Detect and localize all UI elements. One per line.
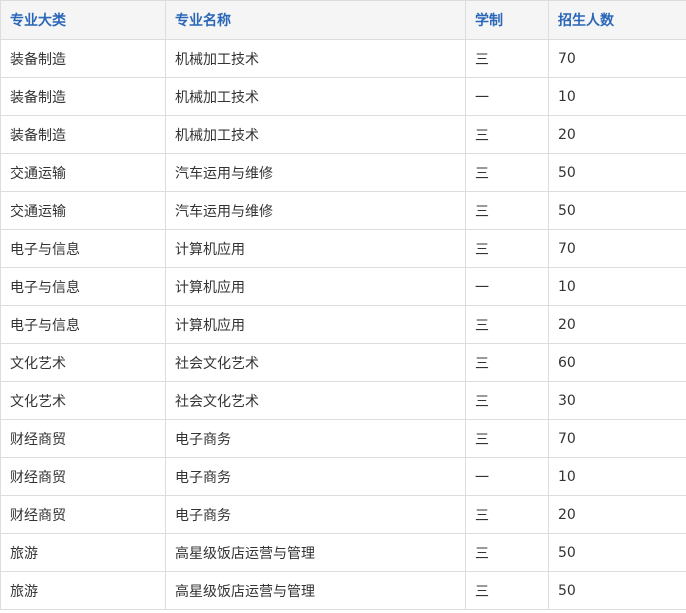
- cell-enrollment-count: 20: [548, 495, 686, 534]
- cell-duration: 一: [465, 267, 549, 306]
- cell-duration: 三: [465, 571, 549, 610]
- cell-major-name: 电子商务: [165, 419, 466, 458]
- header-major-name: 专业名称: [165, 0, 466, 40]
- cell-major-category: 电子与信息: [0, 229, 166, 268]
- cell-duration: 三: [465, 115, 549, 154]
- cell-major-category: 财经商贸: [0, 457, 166, 496]
- header-enrollment-count: 招生人数: [548, 0, 686, 40]
- cell-major-name: 计算机应用: [165, 229, 466, 268]
- cell-duration: 三: [465, 533, 549, 572]
- cell-major-category: 财经商贸: [0, 495, 166, 534]
- cell-major-category: 交通运输: [0, 191, 166, 230]
- table-row: 交通运输 汽车运用与维修三 50: [0, 191, 686, 230]
- cell-duration: 三: [465, 191, 549, 230]
- cell-enrollment-count: 20: [548, 305, 686, 344]
- cell-enrollment-count: 50: [548, 571, 686, 610]
- header-row: 专业大类 专业名称 学制 招生人数: [0, 0, 686, 40]
- cell-major-name: 机械加工技术: [165, 39, 466, 78]
- table-row: 财经商贸 电子商务三 20: [0, 495, 686, 534]
- table-row: 文化艺术 社会文化艺术三 60: [0, 343, 686, 382]
- cell-major-name: 计算机应用: [165, 305, 466, 344]
- cell-duration: 一: [465, 457, 549, 496]
- table-row: 装备制造 机械加工技术三 70: [0, 39, 686, 78]
- cell-major-category: 装备制造: [0, 39, 166, 78]
- table-row: 装备制造 机械加工技术一 10: [0, 77, 686, 116]
- header-major-category: 专业大类: [0, 0, 166, 40]
- table-row: 交通运输 汽车运用与维修三 50: [0, 153, 686, 192]
- table-header: 专业大类 专业名称 学制 招生人数: [0, 0, 686, 40]
- cell-major-name: 高星级饭店运营与管理: [165, 571, 466, 610]
- cell-enrollment-count: 70: [548, 419, 686, 458]
- cell-duration: 一: [465, 77, 549, 116]
- cell-major-name: 电子商务: [165, 495, 466, 534]
- cell-enrollment-count: 10: [548, 457, 686, 496]
- table-row: 旅游 高星级饭店运营与管理三 50: [0, 571, 686, 610]
- cell-enrollment-count: 70: [548, 39, 686, 78]
- cell-major-name: 高星级饭店运营与管理: [165, 533, 466, 572]
- cell-duration: 三: [465, 39, 549, 78]
- cell-major-name: 社会文化艺术: [165, 343, 466, 382]
- enrollment-table: 专业大类 专业名称 学制 招生人数 装备制造 机械加工技术三 70 装备制造 机械加工技…: [0, 0, 686, 610]
- header-duration: 学制: [465, 0, 549, 40]
- table-row: 旅游 高星级饭店运营与管理三 50: [0, 533, 686, 572]
- cell-major-category: 装备制造: [0, 115, 166, 154]
- table-row: 财经商贸 电子商务三 70: [0, 419, 686, 458]
- cell-major-category: 文化艺术: [0, 381, 166, 420]
- cell-duration: 三: [465, 419, 549, 458]
- cell-major-name: 计算机应用: [165, 267, 466, 306]
- cell-enrollment-count: 30: [548, 381, 686, 420]
- cell-enrollment-count: 50: [548, 191, 686, 230]
- cell-major-category: 旅游: [0, 571, 166, 610]
- cell-enrollment-count: 20: [548, 115, 686, 154]
- table-row: 装备制造 机械加工技术三 20: [0, 115, 686, 154]
- table-row: 电子与信息 计算机应用三 20: [0, 305, 686, 344]
- cell-enrollment-count: 60: [548, 343, 686, 382]
- cell-major-category: 文化艺术: [0, 343, 166, 382]
- cell-major-name: 机械加工技术: [165, 115, 466, 154]
- table-row: 电子与信息 计算机应用一 10: [0, 267, 686, 306]
- cell-duration: 三: [465, 495, 549, 534]
- cell-major-category: 装备制造: [0, 77, 166, 116]
- table-body: 装备制造 机械加工技术三 70 装备制造 机械加工技术一 10 装备制造 机械加工技术三 20 交…: [0, 39, 686, 610]
- cell-major-category: 财经商贸: [0, 419, 166, 458]
- cell-enrollment-count: 70: [548, 229, 686, 268]
- cell-duration: 三: [465, 305, 549, 344]
- cell-duration: 三: [465, 381, 549, 420]
- cell-major-category: 电子与信息: [0, 305, 166, 344]
- cell-duration: 三: [465, 229, 549, 268]
- cell-major-name: 汽车运用与维修: [165, 153, 466, 192]
- cell-major-category: 旅游: [0, 533, 166, 572]
- table-row: 文化艺术 社会文化艺术三 30: [0, 381, 686, 420]
- cell-major-name: 社会文化艺术: [165, 381, 466, 420]
- cell-major-name: 机械加工技术: [165, 77, 466, 116]
- cell-enrollment-count: 50: [548, 533, 686, 572]
- cell-duration: 三: [465, 343, 549, 382]
- cell-major-category: 交通运输: [0, 153, 166, 192]
- cell-major-category: 电子与信息: [0, 267, 166, 306]
- cell-major-name: 汽车运用与维修: [165, 191, 466, 230]
- cell-duration: 三: [465, 153, 549, 192]
- cell-major-name: 电子商务: [165, 457, 466, 496]
- table-row: 财经商贸 电子商务一 10: [0, 457, 686, 496]
- cell-enrollment-count: 10: [548, 77, 686, 116]
- table-row: 电子与信息 计算机应用三 70: [0, 229, 686, 268]
- cell-enrollment-count: 10: [548, 267, 686, 306]
- cell-enrollment-count: 50: [548, 153, 686, 192]
